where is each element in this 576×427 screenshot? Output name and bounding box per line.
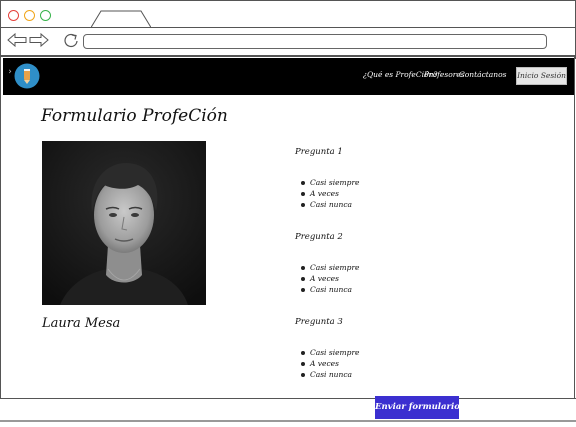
question-label: Pregunta 3 bbox=[295, 317, 343, 327]
question-label: Pregunta 2 bbox=[295, 232, 343, 242]
question-options: Casi siempre A veces Casi nunca bbox=[301, 347, 359, 380]
address-bar[interactable] bbox=[83, 34, 547, 49]
frame-right-edge bbox=[574, 57, 575, 398]
bullet-icon bbox=[301, 203, 305, 207]
maximize-window-icon[interactable] bbox=[40, 10, 51, 21]
option-label: Casi siempre bbox=[310, 178, 360, 187]
minimize-window-icon[interactable] bbox=[24, 10, 35, 21]
bullet-icon bbox=[301, 362, 305, 366]
option-item[interactable]: Casi siempre bbox=[301, 177, 359, 188]
bullet-icon bbox=[301, 266, 305, 270]
option-item[interactable]: Casi nunca bbox=[301, 199, 359, 210]
profile-photo bbox=[42, 141, 206, 305]
option-label: Casi siempre bbox=[310, 263, 360, 272]
option-label: Casi nunca bbox=[310, 200, 353, 209]
frame-bottom-shadow bbox=[0, 420, 576, 422]
option-label: A veces bbox=[310, 274, 339, 283]
option-item[interactable]: Casi nunca bbox=[301, 284, 359, 295]
frame-left-edge bbox=[0, 57, 1, 398]
option-label: A veces bbox=[310, 189, 339, 198]
option-label: Casi nunca bbox=[310, 370, 353, 379]
reload-icon[interactable] bbox=[62, 32, 82, 48]
browser-chrome bbox=[0, 0, 576, 59]
browser-tab[interactable] bbox=[91, 10, 151, 28]
bullet-icon bbox=[301, 181, 305, 185]
option-item[interactable]: Casi siempre bbox=[301, 262, 359, 273]
page-title: Formulario ProfeCión bbox=[41, 106, 228, 126]
option-item[interactable]: Casi siempre bbox=[301, 347, 359, 358]
bullet-icon bbox=[301, 288, 305, 292]
close-window-icon[interactable] bbox=[8, 10, 19, 21]
login-button[interactable]: Inicio Sesión bbox=[516, 67, 567, 85]
option-label: Casi siempre bbox=[310, 348, 360, 357]
submit-form-button[interactable]: Enviar formulario bbox=[375, 396, 460, 419]
nav-link-contact[interactable]: Contáctanos bbox=[459, 70, 506, 79]
option-item[interactable]: A veces bbox=[301, 273, 359, 284]
tabbar-divider bbox=[1, 27, 576, 28]
option-item[interactable]: A veces bbox=[301, 188, 359, 199]
bullet-icon bbox=[301, 373, 305, 377]
back-arrow-icon[interactable] bbox=[7, 32, 27, 48]
question-options: Casi siempre A veces Casi nunca bbox=[301, 177, 359, 210]
toolbar-divider bbox=[0, 55, 576, 57]
bullet-icon bbox=[301, 351, 305, 355]
option-label: A veces bbox=[310, 359, 339, 368]
frame-bottom-edge bbox=[0, 398, 576, 399]
forward-arrow-icon[interactable] bbox=[29, 32, 49, 48]
question-options: Casi siempre A veces Casi nunca bbox=[301, 262, 359, 295]
option-item[interactable]: Casi nunca bbox=[301, 369, 359, 380]
option-label: Casi nunca bbox=[310, 285, 353, 294]
person-name: Laura Mesa bbox=[42, 316, 121, 331]
question-label: Pregunta 1 bbox=[295, 147, 343, 157]
bullet-icon bbox=[301, 192, 305, 196]
pencil-logo-icon[interactable] bbox=[14, 63, 40, 89]
option-item[interactable]: A veces bbox=[301, 358, 359, 369]
bullet-icon bbox=[301, 277, 305, 281]
